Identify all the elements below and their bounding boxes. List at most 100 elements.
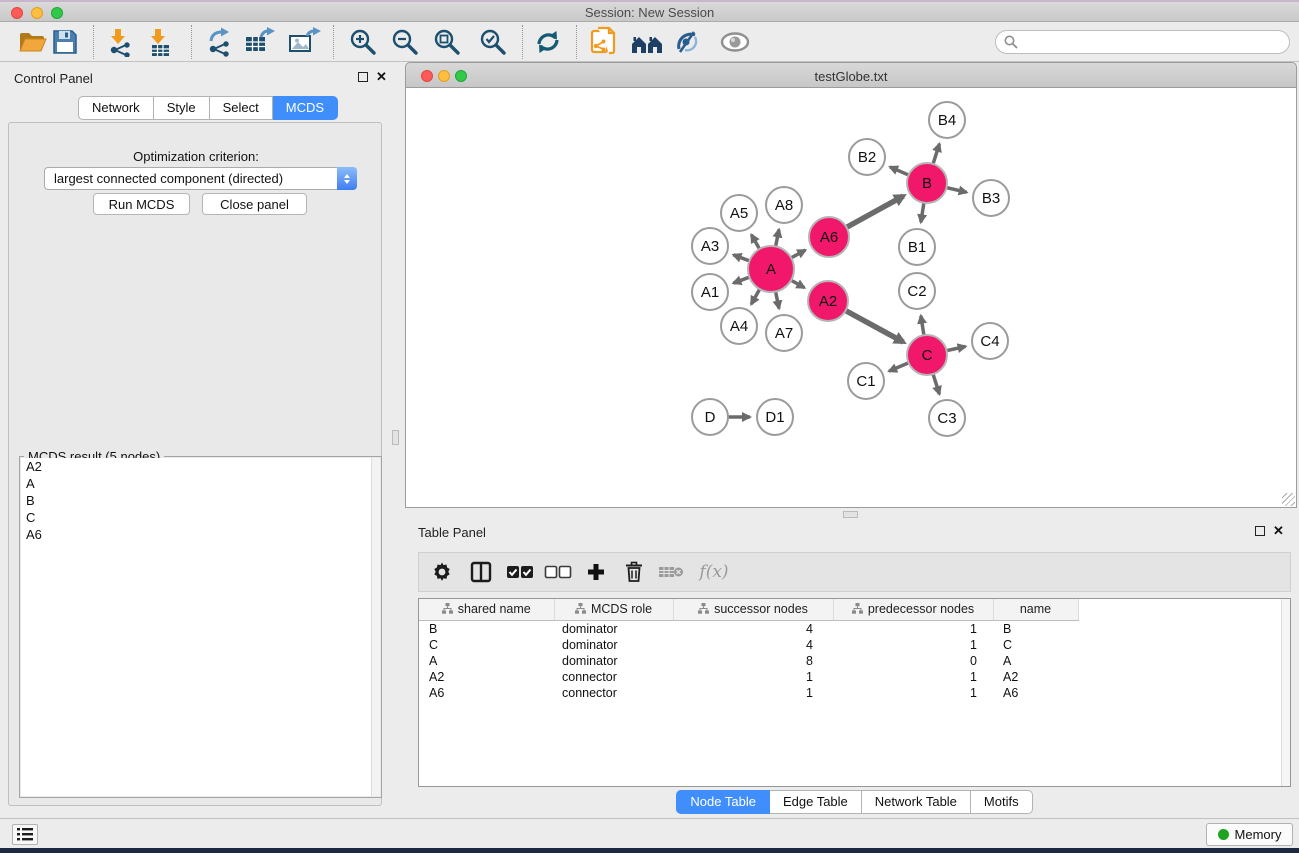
tab-motifs[interactable]: Motifs <box>971 790 1033 814</box>
cell-MCDS-role[interactable]: dominator <box>554 637 673 653</box>
cell-predecessor-nodes[interactable]: 1 <box>833 620 993 637</box>
node-B[interactable]: B <box>907 163 947 203</box>
cell-shared-name[interactable]: B <box>419 620 554 637</box>
cell-MCDS-role[interactable]: connector <box>554 685 673 701</box>
node-B2[interactable]: B2 <box>849 139 885 175</box>
node-A2[interactable]: A2 <box>808 281 848 321</box>
cell-successor-nodes[interactable]: 8 <box>673 653 833 669</box>
search-input[interactable] <box>1023 33 1289 51</box>
open-session-icon[interactable] <box>15 26 49 58</box>
zoom-out-icon[interactable] <box>388 26 422 58</box>
column-header-predecessor-nodes[interactable]: predecessor nodes <box>833 599 993 620</box>
node-B1[interactable]: B1 <box>899 229 935 265</box>
cell-name[interactable]: B <box>993 620 1078 637</box>
node-C4[interactable]: C4 <box>972 323 1008 359</box>
result-item-c[interactable]: C <box>21 509 380 526</box>
node-A3[interactable]: A3 <box>692 228 728 264</box>
cell-shared-name[interactable]: A2 <box>419 669 554 685</box>
select-all-icon[interactable] <box>505 557 535 587</box>
cell-shared-name[interactable]: A6 <box>419 685 554 701</box>
result-item-a[interactable]: A <box>21 475 380 492</box>
save-session-icon[interactable] <box>48 26 82 58</box>
tab-network-table[interactable]: Network Table <box>862 790 971 814</box>
node-A7[interactable]: A7 <box>766 315 802 351</box>
mcds-result-list[interactable]: A2ABCA6 <box>21 458 380 796</box>
tab-node-table[interactable]: Node Table <box>676 790 770 814</box>
delete-table-icon[interactable] <box>656 557 686 587</box>
ndex-import-icon[interactable] <box>587 26 621 58</box>
cell-MCDS-role[interactable]: dominator <box>554 653 673 669</box>
export-image-icon[interactable] <box>288 26 322 58</box>
table-row[interactable]: Bdominator41B <box>419 620 1078 637</box>
memory-button[interactable]: Memory <box>1206 823 1293 846</box>
table-row[interactable]: A2connector11A2 <box>419 669 1078 685</box>
cell-shared-name[interactable]: A <box>419 653 554 669</box>
horizontal-splitter-handle[interactable] <box>843 511 858 518</box>
run-mcds-button[interactable]: Run MCDS <box>93 193 190 215</box>
vertical-splitter-handle[interactable] <box>392 430 399 445</box>
cell-name[interactable]: A <box>993 653 1078 669</box>
node-table[interactable]: shared nameMCDS rolesuccessor nodesprede… <box>418 598 1291 787</box>
export-network-icon[interactable] <box>203 26 237 58</box>
network-graph[interactable]: B4 B2 B B3 A8A5 A6 A3 B1 A C2 A1 A2 A4A7 C4 C C1 C3 D D1 <box>406 88 1296 506</box>
cell-name[interactable]: A2 <box>993 669 1078 685</box>
column-header-name[interactable]: name <box>993 599 1078 620</box>
node-C1[interactable]: C1 <box>848 363 884 399</box>
float-panel-icon[interactable] <box>358 72 368 82</box>
cell-predecessor-nodes[interactable]: 1 <box>833 685 993 701</box>
tab-style[interactable]: Style <box>154 96 210 120</box>
cell-shared-name[interactable]: C <box>419 637 554 653</box>
import-network-icon[interactable] <box>103 26 137 58</box>
node-A8[interactable]: A8 <box>766 187 802 223</box>
float-panel-icon[interactable] <box>1255 526 1265 536</box>
node-C[interactable]: C <box>907 335 947 375</box>
node-A6[interactable]: A6 <box>809 217 849 257</box>
column-header-MCDS-role[interactable]: MCDS role <box>554 599 673 620</box>
deselect-all-icon[interactable] <box>543 557 573 587</box>
cell-predecessor-nodes[interactable]: 1 <box>833 637 993 653</box>
result-item-a6[interactable]: A6 <box>21 526 380 543</box>
close-panel-button[interactable]: Close panel <box>202 193 307 215</box>
node-C3[interactable]: C3 <box>929 400 965 436</box>
cell-predecessor-nodes[interactable]: 0 <box>833 653 993 669</box>
tab-mcds[interactable]: MCDS <box>273 96 338 120</box>
node-A1[interactable]: A1 <box>692 274 728 310</box>
node-B4[interactable]: B4 <box>929 102 965 138</box>
network-view[interactable]: B4 B2 B B3 A8A5 A6 A3 B1 A C2 A1 A2 A4A7 C4 C C1 C3 D D1 <box>405 88 1297 508</box>
criterion-dropdown[interactable]: largest connected component (directed) <box>44 167 357 190</box>
search-field[interactable] <box>995 30 1290 54</box>
table-row[interactable]: A6connector11A6 <box>419 685 1078 701</box>
cell-MCDS-role[interactable]: dominator <box>554 620 673 637</box>
tab-select[interactable]: Select <box>210 96 273 120</box>
table-row[interactable]: Adominator80A <box>419 653 1078 669</box>
node-D[interactable]: D <box>692 399 728 435</box>
export-table-icon[interactable] <box>243 26 277 58</box>
cell-successor-nodes[interactable]: 4 <box>673 637 833 653</box>
hide-graphics-icon[interactable] <box>670 26 704 58</box>
result-item-b[interactable]: B <box>21 492 380 509</box>
column-visibility-icon[interactable] <box>466 557 496 587</box>
tab-edge-table[interactable]: Edge Table <box>770 790 862 814</box>
cell-name[interactable]: A6 <box>993 685 1078 701</box>
node-A[interactable]: A <box>748 246 794 292</box>
table-row[interactable]: Cdominator41C <box>419 637 1078 653</box>
cell-successor-nodes[interactable]: 1 <box>673 685 833 701</box>
network-window-titlebar[interactable]: testGlobe.txt <box>405 62 1297 88</box>
node-C2[interactable]: C2 <box>899 273 935 309</box>
column-header-shared-name[interactable]: shared name <box>419 599 554 620</box>
close-panel-icon[interactable]: ✕ <box>1273 526 1284 536</box>
node-B3[interactable]: B3 <box>973 180 1009 216</box>
result-item-a2[interactable]: A2 <box>21 458 380 475</box>
zoom-selected-icon[interactable] <box>476 26 510 58</box>
close-panel-icon[interactable]: ✕ <box>376 72 387 82</box>
node-A5[interactable]: A5 <box>721 195 757 231</box>
node-D1[interactable]: D1 <box>757 399 793 435</box>
add-column-icon[interactable] <box>581 557 611 587</box>
show-graphics-icon[interactable] <box>718 26 752 58</box>
zoom-fit-icon[interactable] <box>430 26 464 58</box>
node-A4[interactable]: A4 <box>721 308 757 344</box>
refresh-icon[interactable] <box>531 26 565 58</box>
tab-network[interactable]: Network <box>78 96 154 120</box>
cell-predecessor-nodes[interactable]: 1 <box>833 669 993 685</box>
function-builder-button[interactable]: f(x) <box>693 557 735 587</box>
